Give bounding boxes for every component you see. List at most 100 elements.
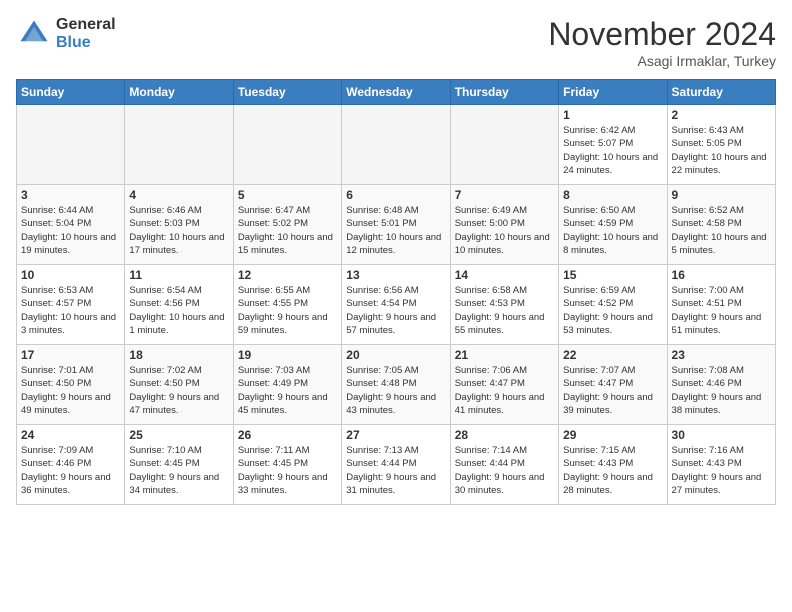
calendar-cell: 24 Sunrise: 7:09 AM Sunset: 4:46 PM Dayli…	[17, 425, 125, 505]
day-number: 25	[129, 428, 228, 442]
calendar-cell	[342, 105, 450, 185]
calendar-header-row: SundayMondayTuesdayWednesdayThursdayFrid…	[17, 80, 776, 105]
subtitle: Asagi Irmaklar, Turkey	[548, 53, 776, 69]
calendar-cell: 1 Sunrise: 6:42 AM Sunset: 5:07 PM Daylig…	[559, 105, 667, 185]
calendar-cell: 27 Sunrise: 7:13 AM Sunset: 4:44 PM Dayli…	[342, 425, 450, 505]
day-info: Sunrise: 6:48 AM Sunset: 5:01 PM Dayligh…	[346, 204, 445, 257]
day-info: Sunrise: 7:06 AM Sunset: 4:47 PM Dayligh…	[455, 364, 554, 417]
day-info: Sunrise: 7:03 AM Sunset: 4:49 PM Dayligh…	[238, 364, 337, 417]
day-info: Sunrise: 7:10 AM Sunset: 4:45 PM Dayligh…	[129, 444, 228, 497]
day-info: Sunrise: 7:14 AM Sunset: 4:44 PM Dayligh…	[455, 444, 554, 497]
day-info: Sunrise: 7:05 AM Sunset: 4:48 PM Dayligh…	[346, 364, 445, 417]
day-info: Sunrise: 6:42 AM Sunset: 5:07 PM Dayligh…	[563, 124, 662, 177]
calendar-cell	[450, 105, 558, 185]
month-title: November 2024	[548, 16, 776, 53]
calendar-cell: 10Sunrise: 6:53 AM Sunset: 4:57 PM Dayli…	[17, 265, 125, 345]
day-header-friday: Friday	[559, 80, 667, 105]
calendar-cell: 3 Sunrise: 6:44 AM Sunset: 5:04 PM Daylig…	[17, 185, 125, 265]
day-info: Sunrise: 7:00 AM Sunset: 4:51 PM Dayligh…	[672, 284, 771, 337]
day-header-thursday: Thursday	[450, 80, 558, 105]
day-number: 10	[21, 268, 120, 282]
day-number: 15	[563, 268, 662, 282]
day-number: 23	[672, 348, 771, 362]
calendar-cell: 23 Sunrise: 7:08 AM Sunset: 4:46 PM Dayli…	[667, 345, 775, 425]
day-info: Sunrise: 7:13 AM Sunset: 4:44 PM Dayligh…	[346, 444, 445, 497]
calendar-cell: 13 Sunrise: 6:56 AM Sunset: 4:54 PM Dayli…	[342, 265, 450, 345]
day-info: Sunrise: 7:01 AM Sunset: 4:50 PM Dayligh…	[21, 364, 120, 417]
day-number: 11	[129, 268, 228, 282]
calendar-cell: 2 Sunrise: 6:43 AM Sunset: 5:05 PM Daylig…	[667, 105, 775, 185]
day-info: Sunrise: 6:46 AM Sunset: 5:03 PM Dayligh…	[129, 204, 228, 257]
day-info: Sunrise: 7:15 AM Sunset: 4:43 PM Dayligh…	[563, 444, 662, 497]
day-header-wednesday: Wednesday	[342, 80, 450, 105]
day-number: 30	[672, 428, 771, 442]
calendar-cell: 20Sunrise: 7:05 AM Sunset: 4:48 PM Dayli…	[342, 345, 450, 425]
logo-words: General Blue	[56, 16, 116, 51]
day-number: 22	[563, 348, 662, 362]
calendar-cell: 26 Sunrise: 7:11 AM Sunset: 4:45 PM Dayli…	[233, 425, 341, 505]
day-info: Sunrise: 6:44 AM Sunset: 5:04 PM Dayligh…	[21, 204, 120, 257]
day-number: 5	[238, 188, 337, 202]
day-number: 26	[238, 428, 337, 442]
day-info: Sunrise: 6:43 AM Sunset: 5:05 PM Dayligh…	[672, 124, 771, 177]
day-number: 4	[129, 188, 228, 202]
day-info: Sunrise: 6:59 AM Sunset: 4:52 PM Dayligh…	[563, 284, 662, 337]
day-header-tuesday: Tuesday	[233, 80, 341, 105]
calendar-cell: 18Sunrise: 7:02 AM Sunset: 4:50 PM Dayli…	[125, 345, 233, 425]
day-number: 12	[238, 268, 337, 282]
day-number: 13	[346, 268, 445, 282]
day-header-sunday: Sunday	[17, 80, 125, 105]
day-info: Sunrise: 7:09 AM Sunset: 4:46 PM Dayligh…	[21, 444, 120, 497]
day-info: Sunrise: 6:58 AM Sunset: 4:53 PM Dayligh…	[455, 284, 554, 337]
logo-general-text: General	[56, 16, 116, 34]
calendar-cell: 14 Sunrise: 6:58 AM Sunset: 4:53 PM Dayli…	[450, 265, 558, 345]
calendar-week-1: 1 Sunrise: 6:42 AM Sunset: 5:07 PM Daylig…	[17, 105, 776, 185]
day-number: 19	[238, 348, 337, 362]
day-number: 14	[455, 268, 554, 282]
day-header-saturday: Saturday	[667, 80, 775, 105]
calendar-cell: 29 Sunrise: 7:15 AM Sunset: 4:43 PM Dayli…	[559, 425, 667, 505]
page: General Blue November 2024 Asagi Irmakla…	[0, 0, 792, 612]
day-number: 9	[672, 188, 771, 202]
calendar-cell: 21 Sunrise: 7:06 AM Sunset: 4:47 PM Dayli…	[450, 345, 558, 425]
day-number: 3	[21, 188, 120, 202]
calendar-cell: 5Sunrise: 6:47 AM Sunset: 5:02 PM Daylig…	[233, 185, 341, 265]
day-number: 2	[672, 108, 771, 122]
calendar-cell: 15 Sunrise: 6:59 AM Sunset: 4:52 PM Dayli…	[559, 265, 667, 345]
day-info: Sunrise: 6:49 AM Sunset: 5:00 PM Dayligh…	[455, 204, 554, 257]
day-info: Sunrise: 6:54 AM Sunset: 4:56 PM Dayligh…	[129, 284, 228, 337]
day-info: Sunrise: 7:16 AM Sunset: 4:43 PM Dayligh…	[672, 444, 771, 497]
day-info: Sunrise: 6:52 AM Sunset: 4:58 PM Dayligh…	[672, 204, 771, 257]
calendar-week-2: 3 Sunrise: 6:44 AM Sunset: 5:04 PM Daylig…	[17, 185, 776, 265]
day-number: 8	[563, 188, 662, 202]
day-info: Sunrise: 7:08 AM Sunset: 4:46 PM Dayligh…	[672, 364, 771, 417]
day-number: 27	[346, 428, 445, 442]
calendar-cell: 4 Sunrise: 6:46 AM Sunset: 5:03 PM Daylig…	[125, 185, 233, 265]
day-number: 16	[672, 268, 771, 282]
calendar-week-3: 10Sunrise: 6:53 AM Sunset: 4:57 PM Dayli…	[17, 265, 776, 345]
day-info: Sunrise: 6:56 AM Sunset: 4:54 PM Dayligh…	[346, 284, 445, 337]
calendar-cell: 19 Sunrise: 7:03 AM Sunset: 4:49 PM Dayli…	[233, 345, 341, 425]
day-info: Sunrise: 7:02 AM Sunset: 4:50 PM Dayligh…	[129, 364, 228, 417]
header: General Blue November 2024 Asagi Irmakla…	[16, 16, 776, 69]
calendar-cell: 25 Sunrise: 7:10 AM Sunset: 4:45 PM Dayli…	[125, 425, 233, 505]
day-number: 1	[563, 108, 662, 122]
calendar-cell: 8Sunrise: 6:50 AM Sunset: 4:59 PM Daylig…	[559, 185, 667, 265]
calendar-cell: 11 Sunrise: 6:54 AM Sunset: 4:56 PM Dayli…	[125, 265, 233, 345]
calendar-cell: 16 Sunrise: 7:00 AM Sunset: 4:51 PM Dayli…	[667, 265, 775, 345]
title-block: November 2024 Asagi Irmaklar, Turkey	[548, 16, 776, 69]
day-info: Sunrise: 7:11 AM Sunset: 4:45 PM Dayligh…	[238, 444, 337, 497]
day-header-monday: Monday	[125, 80, 233, 105]
calendar-cell: 17Sunrise: 7:01 AM Sunset: 4:50 PM Dayli…	[17, 345, 125, 425]
logo-blue-text: Blue	[56, 34, 116, 52]
day-number: 29	[563, 428, 662, 442]
day-number: 24	[21, 428, 120, 442]
calendar-cell	[125, 105, 233, 185]
day-number: 7	[455, 188, 554, 202]
day-info: Sunrise: 6:55 AM Sunset: 4:55 PM Dayligh…	[238, 284, 337, 337]
calendar-week-5: 24 Sunrise: 7:09 AM Sunset: 4:46 PM Dayli…	[17, 425, 776, 505]
calendar-cell: 30 Sunrise: 7:16 AM Sunset: 4:43 PM Dayli…	[667, 425, 775, 505]
day-number: 28	[455, 428, 554, 442]
day-number: 21	[455, 348, 554, 362]
calendar-table: SundayMondayTuesdayWednesdayThursdayFrid…	[16, 79, 776, 505]
